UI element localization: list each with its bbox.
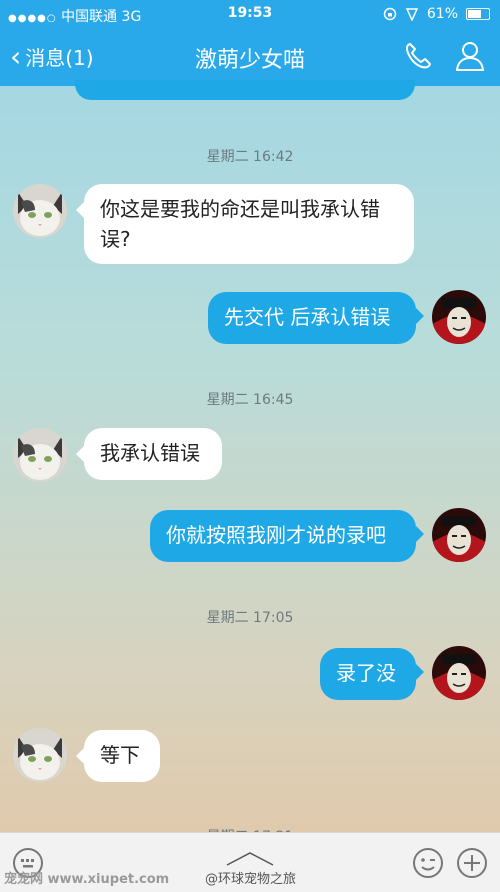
message-text: 录了没 (336, 661, 396, 685)
incoming-message[interactable]: 我承认错误 (76, 428, 222, 480)
guy-fawkes-mask-icon (432, 290, 486, 344)
nav-bar: ‹ 消息(1) 激萌少女喵 (0, 28, 500, 86)
timestamp: 星期二 17:05 (206, 610, 294, 626)
chevron-up-icon[interactable] (225, 851, 275, 867)
cat-avatar-icon (13, 184, 67, 238)
outgoing-message[interactable]: 你就按照我刚才说的录吧 (150, 510, 424, 562)
battery-icon (466, 8, 490, 20)
message-text: 你这是要我的命还是叫我承认错误? (100, 197, 380, 251)
emoji-icon[interactable] (412, 847, 444, 879)
rotation-lock-icon (383, 7, 397, 21)
guy-fawkes-mask-icon (432, 646, 486, 700)
my-avatar[interactable] (432, 646, 486, 700)
message-text: 等下 (100, 743, 140, 767)
contact-avatar[interactable] (13, 728, 67, 782)
message-text: 你就按照我刚才说的录吧 (166, 523, 386, 547)
status-bar: ●●●●○ 中国联通 3G 19:53 61% (0, 0, 500, 28)
incoming-message[interactable]: 等下 (76, 730, 160, 782)
partial-message-bubble (75, 80, 415, 100)
cat-avatar-icon (13, 728, 67, 782)
cat-avatar-icon (13, 428, 67, 482)
battery-percent: 61% (426, 6, 458, 22)
timestamp: 星期二 16:45 (206, 392, 294, 408)
incoming-message[interactable]: 你这是要我的命还是叫我承认错误? (76, 184, 414, 264)
guy-fawkes-mask-icon (432, 508, 486, 562)
plus-icon[interactable] (456, 847, 488, 879)
my-avatar[interactable] (432, 508, 486, 562)
message-text: 先交代 后承认错误 (224, 305, 391, 329)
contact-avatar[interactable] (13, 184, 67, 238)
my-avatar[interactable] (432, 290, 486, 344)
outgoing-message[interactable]: 先交代 后承认错误 (208, 292, 424, 344)
user-profile-icon[interactable] (454, 40, 486, 72)
watermark-weibo: @环球宠物之旅 (205, 872, 297, 887)
location-icon (405, 8, 419, 21)
message-text: 我承认错误 (100, 441, 200, 465)
status-right: 61% (383, 6, 490, 22)
timestamp: 星期二 16:42 (206, 149, 294, 165)
phone-icon[interactable] (402, 40, 434, 72)
watermark-site: 宠宠网 www.xiupet.com (4, 872, 170, 887)
outgoing-message[interactable]: 录了没 (320, 648, 424, 700)
contact-avatar[interactable] (13, 428, 67, 482)
